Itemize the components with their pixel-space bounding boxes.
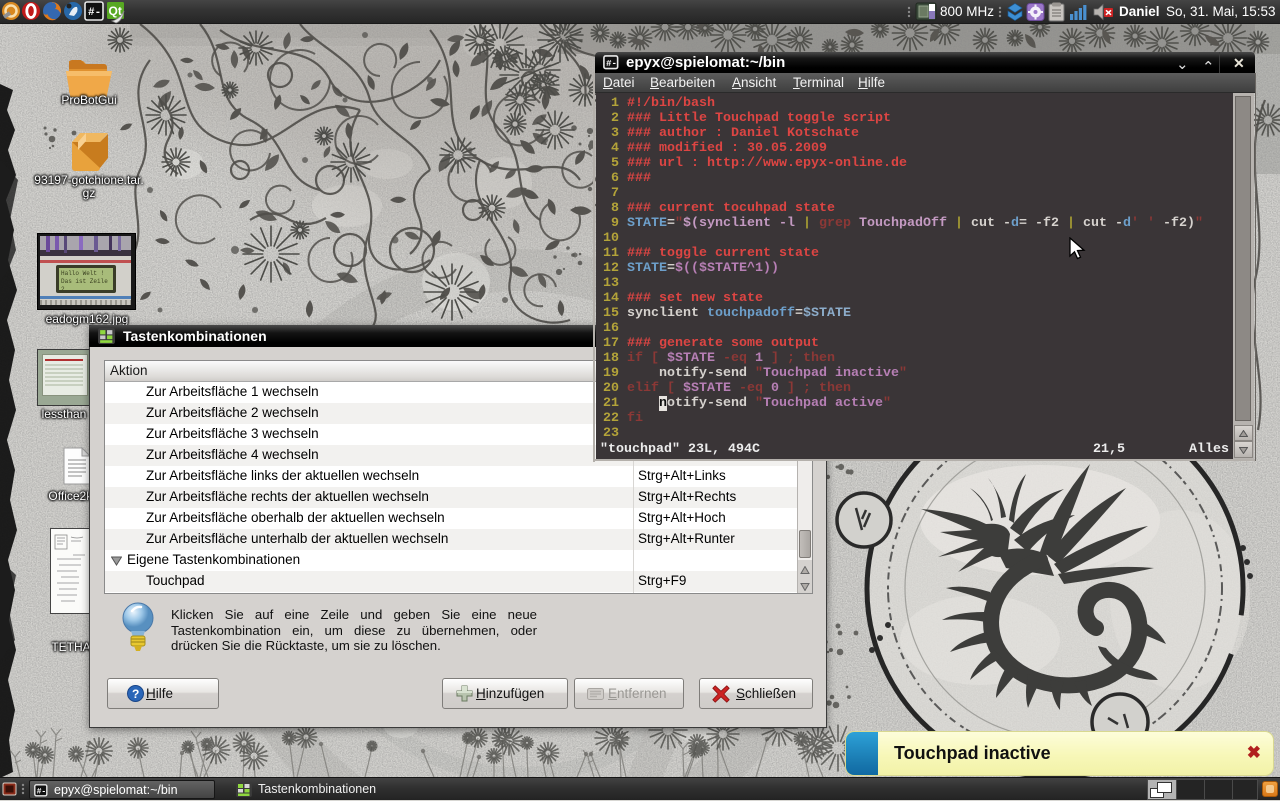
svg-text:#-: #- xyxy=(37,788,47,797)
svg-text:#-: #- xyxy=(88,7,101,19)
svg-text:?: ? xyxy=(132,687,139,701)
svg-text:#-: #- xyxy=(606,58,617,69)
svg-text:Qt: Qt xyxy=(109,4,122,18)
